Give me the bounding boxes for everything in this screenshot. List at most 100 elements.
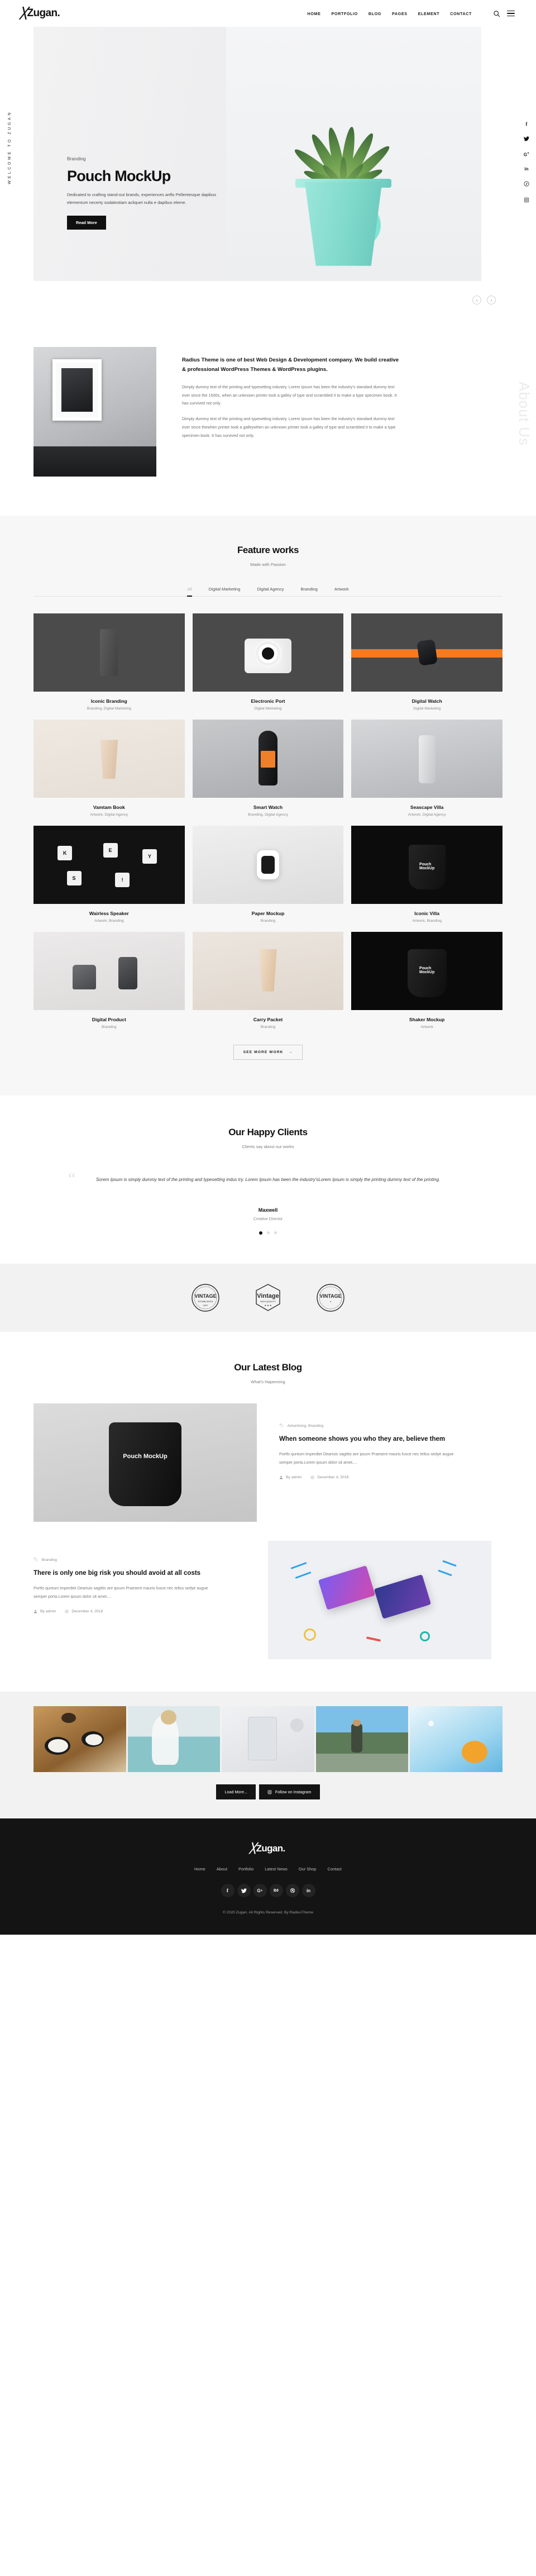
- search-icon[interactable]: [493, 10, 500, 17]
- portfolio-thumbnail[interactable]: K E Y S!: [34, 826, 185, 904]
- portfolio-title: Shaker Mockup: [409, 1017, 445, 1022]
- portfolio-card[interactable]: Smart Watch Branding, Digital Agency: [192, 720, 344, 817]
- hero-image-plant: [226, 27, 481, 281]
- portfolio-card[interactable]: Electronic Port Digital Marketing: [192, 613, 344, 711]
- footer-nav-portfolio[interactable]: Portfolio: [238, 1866, 253, 1872]
- dribbble-icon[interactable]: [285, 1884, 299, 1898]
- see-more-work-button[interactable]: SEE MORE WORK →: [233, 1045, 303, 1060]
- portfolio-card[interactable]: K E Y S! Wairless Speaker Artwork, Branding: [34, 826, 185, 923]
- testimonial-dot-2[interactable]: [267, 1231, 270, 1235]
- twitter-icon[interactable]: [237, 1884, 251, 1898]
- portfolio-thumbnail[interactable]: [192, 720, 344, 798]
- portfolio-categories: Branding: [102, 1025, 117, 1029]
- clock-icon: [310, 1475, 314, 1479]
- hero-social-bar: f G+ in: [524, 122, 529, 204]
- portfolio-thumbnail[interactable]: [34, 720, 185, 798]
- facebook-icon[interactable]: f: [525, 122, 527, 127]
- portfolio-categories: Artwork: [420, 1025, 433, 1029]
- footer-logo[interactable]: ╳ Zugan.: [250, 1843, 286, 1854]
- portfolio-card[interactable]: Vamtam Book Artwork, Digital Agency: [34, 720, 185, 817]
- portfolio-categories: Digital Marketing: [413, 707, 441, 711]
- site-logo[interactable]: ╳ Zugan.: [20, 7, 60, 20]
- portfolio-thumbnail[interactable]: [192, 613, 344, 692]
- portfolio-thumbnail[interactable]: [192, 932, 344, 1010]
- hero-copy: Branding Pouch MockUp Dedicated to craft…: [67, 156, 251, 230]
- footer-nav-contact[interactable]: Contact: [328, 1866, 342, 1872]
- linkedin-icon[interactable]: in: [524, 166, 528, 172]
- portfolio-caption: Shaker Mockup Artwork: [351, 1010, 502, 1029]
- testimonials-section: Our Happy Clients Clients say about our …: [0, 1096, 536, 1264]
- blog-post-image-2[interactable]: [268, 1541, 491, 1660]
- see-more-wrap: SEE MORE WORK →: [34, 1045, 502, 1060]
- works-filter-all[interactable]: All: [187, 587, 192, 597]
- svg-text:1997: 1997: [203, 1304, 209, 1307]
- nav-item-portfolio[interactable]: PORTFOLIO: [332, 11, 358, 16]
- portfolio-categories: Artwork, Digital Agency: [408, 813, 446, 817]
- portfolio-card[interactable]: Digital Product Branding: [34, 932, 185, 1029]
- linkedin-icon[interactable]: in: [302, 1884, 315, 1898]
- portfolio-thumbnail[interactable]: [192, 826, 344, 904]
- instagram-tile-2[interactable]: [127, 1706, 221, 1773]
- portfolio-thumbnail[interactable]: [351, 613, 502, 692]
- blog-post-title-1[interactable]: When someone shows you who they are, bel…: [279, 1435, 463, 1444]
- works-filter-branding[interactable]: Branding: [300, 587, 317, 597]
- blog-post-image-1[interactable]: Pouch MockUp: [34, 1403, 257, 1522]
- portfolio-title: Vamtam Book: [93, 804, 125, 810]
- hero-read-more-button[interactable]: Read More: [67, 216, 106, 230]
- nav-item-element[interactable]: ELEMENT: [418, 11, 440, 16]
- footer-nav-about[interactable]: About: [217, 1866, 227, 1872]
- footer-nav-our-shop[interactable]: Our Shop: [299, 1866, 317, 1872]
- vintage-badge-icon: VINTAGEh: [317, 1284, 344, 1312]
- portfolio-caption: Carry Packet Branding: [193, 1010, 344, 1029]
- works-filter-digital-marketing[interactable]: Digital Marketing: [209, 587, 241, 597]
- nav-item-home[interactable]: HOME: [308, 11, 321, 16]
- instagram-tile-4[interactable]: [315, 1706, 409, 1773]
- portfolio-card[interactable]: Digital Watch Digital Marketing: [351, 613, 502, 711]
- portfolio-card[interactable]: Pouch MockUp Shaker Mockup Artwork: [351, 932, 502, 1029]
- nav-item-blog[interactable]: BLOG: [368, 11, 381, 16]
- google-plus-icon[interactable]: G+: [253, 1884, 267, 1898]
- works-filter-artwork[interactable]: Artwork: [334, 587, 349, 597]
- portfolio-card[interactable]: Carry Packet Branding: [192, 932, 344, 1029]
- portfolio-thumbnail[interactable]: [351, 720, 502, 798]
- works-filter-digital-agency[interactable]: Digital Agency: [257, 587, 284, 597]
- blog-subtitle: What's Hapenning: [251, 1379, 285, 1385]
- portfolio-card[interactable]: Seascape Villa Artwork, Digital Agency: [351, 720, 502, 817]
- hamburger-icon[interactable]: [507, 10, 515, 17]
- portfolio-card[interactable]: Iconic Branding Branding, Digital Marketi…: [34, 613, 185, 711]
- portfolio-categories: Branding, Digital Marketing: [87, 707, 131, 711]
- follow-label: Follow on Instagram: [275, 1789, 312, 1795]
- instagram-icon[interactable]: [524, 197, 529, 204]
- twitter-icon[interactable]: [523, 136, 529, 142]
- portfolio-title: Digital Product: [92, 1017, 126, 1022]
- portfolio-thumbnail[interactable]: [34, 613, 185, 692]
- portfolio-card[interactable]: Paper Mockup Branding: [192, 826, 344, 923]
- portfolio-thumbnail[interactable]: [34, 932, 185, 1010]
- carousel-next-button[interactable]: ›: [487, 296, 496, 304]
- portfolio-thumbnail[interactable]: Pouch MockUp: [351, 826, 502, 904]
- portfolio-categories: Branding: [260, 1025, 276, 1029]
- behance-icon[interactable]: Bē: [269, 1884, 283, 1898]
- load-more-button[interactable]: Load More...: [216, 1784, 256, 1800]
- portfolio-thumbnail[interactable]: Pouch MockUp: [351, 932, 502, 1010]
- hero-side-label: WELCOME TO ZUGAN: [8, 111, 12, 184]
- instagram-tile-5[interactable]: [410, 1706, 502, 1773]
- footer-nav-latest-news[interactable]: Latest News: [265, 1866, 288, 1872]
- nav-item-contact[interactable]: CONTACT: [450, 11, 472, 16]
- testimonial-dot-1[interactable]: [259, 1231, 262, 1235]
- google-plus-icon[interactable]: G+: [524, 151, 529, 158]
- instagram-tile-3[interactable]: [222, 1706, 314, 1773]
- testimonial-dot-3[interactable]: [274, 1231, 277, 1235]
- facebook-icon[interactable]: f: [221, 1884, 234, 1898]
- pinterest-icon[interactable]: [524, 181, 529, 188]
- footer-nav-home[interactable]: Home: [194, 1866, 205, 1872]
- follow-on-instagram-button[interactable]: Follow on Instagram: [259, 1784, 320, 1800]
- blog-post-title-2[interactable]: There is only one big risk you should av…: [34, 1569, 223, 1578]
- portfolio-card[interactable]: Pouch MockUp Iconic Villa Artwork, Branding: [351, 826, 502, 923]
- vintage-badge-icon: VINTAGEESTABLISHED1997: [192, 1284, 219, 1312]
- page-root: ╳ Zugan. HOME PORTFOLIO BLOG PAGES ELEMEN…: [0, 0, 536, 1935]
- nav-item-pages[interactable]: PAGES: [392, 11, 408, 16]
- portfolio-categories: Branding: [260, 919, 276, 923]
- carousel-prev-button[interactable]: ‹: [472, 296, 481, 304]
- instagram-tile-1[interactable]: [34, 1706, 126, 1773]
